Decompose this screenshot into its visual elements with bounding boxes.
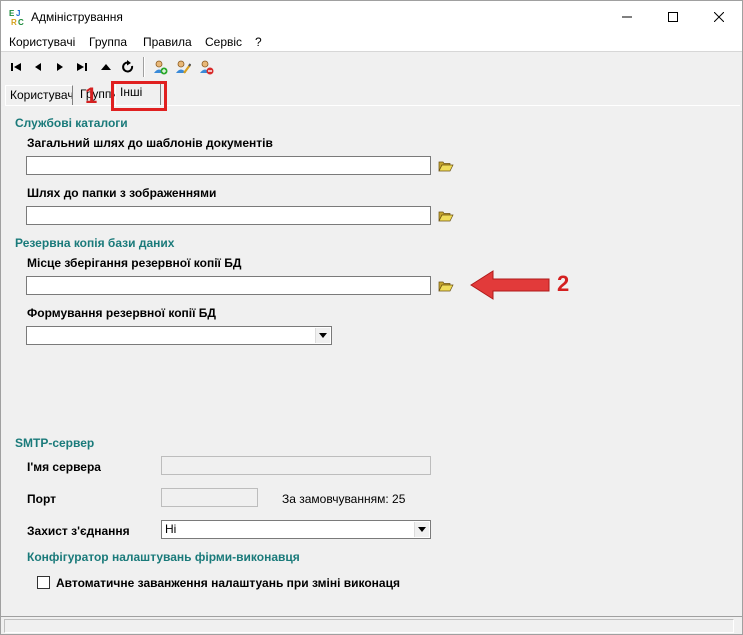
menu-rules[interactable]: Правила <box>143 35 192 49</box>
tab-strip: Користувачі Группи Інші <box>1 81 742 105</box>
refresh-icon <box>122 60 134 73</box>
smtp-port-default-note: За замовчуванням: 25 <box>282 492 406 506</box>
images-path-label: Шлях до папки з зображеннями <box>27 186 217 200</box>
folder-open-icon <box>438 161 454 172</box>
smtp-port-label: Порт <box>27 492 57 506</box>
templates-browse-button[interactable] <box>437 158 455 174</box>
status-pane <box>4 619 734 633</box>
next-icon <box>57 63 63 71</box>
maximize-icon <box>668 11 678 22</box>
edit-user-button[interactable] <box>174 58 192 76</box>
smtp-port-input[interactable] <box>161 488 258 507</box>
close-button[interactable] <box>696 1 742 32</box>
app-logo-icon: E J R C <box>9 9 24 26</box>
last-icon <box>77 63 87 71</box>
images-browse-button[interactable] <box>437 208 455 224</box>
templates-path-input[interactable] <box>26 156 431 175</box>
first-icon <box>11 63 21 71</box>
minimize-button[interactable] <box>604 1 650 32</box>
move-up-button[interactable] <box>97 58 115 76</box>
annotation-arrow <box>470 270 550 300</box>
backup-location-input[interactable] <box>26 276 431 295</box>
images-path-input[interactable] <box>26 206 431 225</box>
svg-text:J: J <box>16 9 20 18</box>
smtp-security-value: Ні <box>165 522 177 536</box>
tab-other[interactable]: Інші <box>115 81 161 105</box>
admin-window: E J R C Адміністрування Користувачі Груп… <box>0 0 743 635</box>
close-icon <box>714 11 724 22</box>
status-bar <box>1 616 742 634</box>
last-record-button[interactable] <box>73 58 91 76</box>
smtp-security-label: Захист з'єднання <box>27 524 130 538</box>
smtp-security-dropdown-button[interactable] <box>414 522 429 537</box>
smtp-server-label: І'мя сервера <box>27 460 101 474</box>
svg-text:C: C <box>18 18 24 26</box>
auto-load-label: Автоматичне заванження налаштуань при зм… <box>56 576 400 590</box>
window-title: Адміністрування <box>31 10 123 24</box>
folder-open-icon <box>438 281 454 292</box>
toolbar-separator <box>143 57 145 77</box>
auto-load-checkbox[interactable] <box>37 576 50 589</box>
menu-bar: Користувачі Группа Правила Сервіс ? <box>1 32 742 52</box>
first-record-button[interactable] <box>7 58 25 76</box>
chevron-down-icon <box>319 333 327 338</box>
section-catalogs-title: Службові каталоги <box>15 116 128 130</box>
smtp-server-input[interactable] <box>161 456 431 475</box>
edit-user-icon <box>176 60 191 74</box>
up-icon <box>101 64 111 70</box>
other-settings-panel: Службові каталоги Загальний шлях до шабл… <box>5 105 740 615</box>
add-user-icon <box>154 60 168 75</box>
tab-users[interactable]: Користувачі <box>5 85 73 105</box>
maximize-button[interactable] <box>650 1 696 32</box>
backup-location-label: Місце зберігання резервної копії БД <box>27 256 242 270</box>
annotation-number-1: 1 <box>85 83 98 108</box>
delete-user-icon <box>200 60 214 75</box>
smtp-security-select[interactable]: Ні <box>161 520 431 539</box>
section-backup-title: Резервна копія бази даних <box>15 236 175 250</box>
annotation-number-2: 2 <box>557 271 570 296</box>
menu-service[interactable]: Сервіс <box>205 35 242 49</box>
menu-users[interactable]: Користувачі <box>9 35 75 49</box>
backup-mode-label: Формування резервної копії БД <box>27 306 216 320</box>
folder-open-icon <box>438 211 454 222</box>
svg-text:E: E <box>9 9 15 18</box>
prev-icon <box>35 63 41 71</box>
svg-text:R: R <box>11 18 17 26</box>
minimize-icon <box>622 16 632 17</box>
tab-groups[interactable]: Группи <box>76 85 120 105</box>
menu-help[interactable]: ? <box>255 35 262 49</box>
refresh-button[interactable] <box>119 58 137 76</box>
backup-mode-dropdown-button[interactable] <box>315 328 330 343</box>
prev-record-button[interactable] <box>29 58 47 76</box>
section-smtp-title: SMTP-сервер <box>15 436 95 450</box>
next-record-button[interactable] <box>51 58 69 76</box>
toolbar <box>1 53 742 81</box>
backup-browse-button[interactable] <box>437 278 455 294</box>
title-bar: E J R C Адміністрування <box>1 1 742 32</box>
add-user-button[interactable] <box>151 58 169 76</box>
menu-group[interactable]: Группа <box>89 35 127 49</box>
section-configurator-title: Конфігуратор налаштувань фірми-виконавця <box>27 550 300 564</box>
delete-user-button[interactable] <box>197 58 215 76</box>
templates-path-label: Загальний шлях до шаблонів документів <box>27 136 273 150</box>
backup-mode-select[interactable] <box>26 326 332 345</box>
chevron-down-icon <box>418 527 426 532</box>
